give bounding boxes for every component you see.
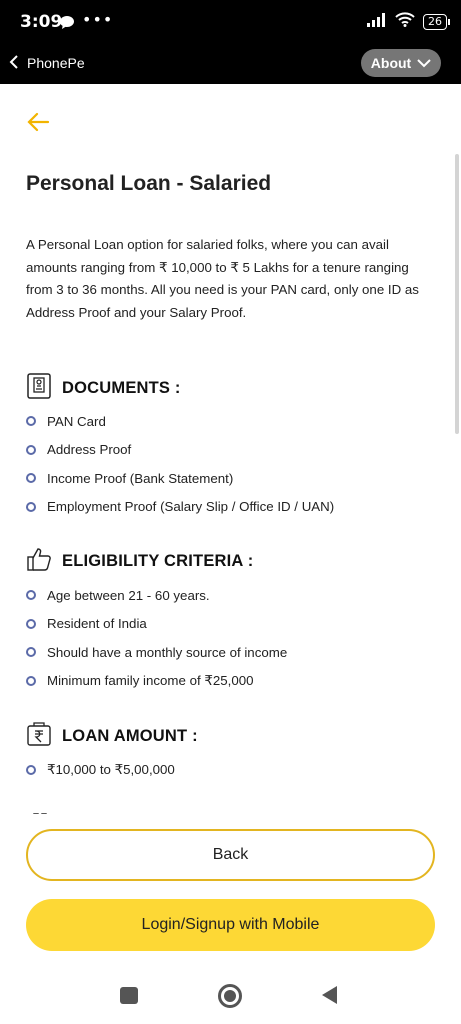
eligibility-list: Age between 21 - 60 years. Resident of I… bbox=[26, 581, 287, 695]
documents-list: PAN Card Address Proof Income Proof (Ban… bbox=[26, 407, 334, 521]
rupee-wallet-icon bbox=[26, 721, 52, 751]
list-item: ₹10,000 to ₹5,00,000 bbox=[26, 756, 175, 785]
id-card-icon bbox=[26, 372, 52, 404]
main-content[interactable]: Personal Loan - Salaried A Personal Loan… bbox=[0, 84, 461, 814]
system-nav-bar bbox=[0, 964, 461, 1024]
list-item: Should have a monthly source of income bbox=[26, 638, 287, 667]
bullet-icon bbox=[26, 618, 36, 629]
list-item-text: Resident of India bbox=[47, 616, 147, 632]
home-icon[interactable] bbox=[218, 984, 242, 1008]
bullet-icon bbox=[26, 647, 36, 658]
status-time: 3:09 bbox=[20, 12, 63, 32]
list-item-text: PAN Card bbox=[47, 413, 106, 429]
bullet-icon bbox=[26, 473, 36, 484]
list-item: Resident of India bbox=[26, 610, 287, 639]
status-icons: 26 bbox=[367, 12, 450, 31]
more-notifications-icon: ••• bbox=[82, 10, 114, 29]
bullet-icon bbox=[26, 416, 36, 427]
list-item: Address Proof bbox=[26, 436, 334, 465]
list-item: Employment Proof (Salary Slip / Office I… bbox=[26, 493, 334, 522]
eligibility-section-header: ELIGIBILITY CRITERIA : bbox=[26, 546, 253, 576]
tenure-icon bbox=[26, 807, 54, 814]
login-signup-button[interactable]: Login/Signup with Mobile bbox=[26, 899, 435, 951]
page-description: A Personal Loan option for salaried folk… bbox=[26, 237, 419, 320]
list-item: Minimum family income of ₹25,000 bbox=[26, 667, 287, 696]
login-signup-label: Login/Signup with Mobile bbox=[141, 916, 320, 933]
chevron-down-icon bbox=[417, 55, 431, 71]
back-button[interactable]: Back bbox=[26, 829, 435, 881]
loan-amount-section-header: LOAN AMOUNT : bbox=[26, 721, 198, 751]
loan-amount-list: ₹10,000 to ₹5,00,000 bbox=[26, 756, 175, 785]
list-item: PAN Card bbox=[26, 407, 334, 436]
about-label: About bbox=[370, 55, 412, 71]
app-bar: PhonePe About bbox=[0, 44, 461, 84]
list-item-text: Should have a monthly source of income bbox=[47, 644, 288, 660]
wifi-icon bbox=[395, 12, 415, 31]
loan-amount-title: LOAN AMOUNT : bbox=[62, 726, 198, 745]
back-arrow-icon[interactable] bbox=[26, 112, 50, 136]
list-item-text: ₹10,000 to ₹5,00,000 bbox=[47, 762, 175, 778]
page-title: Personal Loan - Salaried bbox=[26, 172, 272, 195]
signal-icon bbox=[367, 12, 387, 31]
chat-bubble-icon bbox=[60, 14, 74, 33]
bullet-icon bbox=[26, 675, 36, 686]
status-bar: 3:09 ••• 26 bbox=[0, 0, 461, 44]
thumbs-up-icon bbox=[26, 546, 52, 576]
list-item: Age between 21 - 60 years. bbox=[26, 581, 287, 610]
system-back-icon[interactable] bbox=[322, 986, 337, 1004]
documents-title: DOCUMENTS : bbox=[62, 378, 181, 397]
bullet-icon bbox=[26, 765, 36, 776]
list-item-text: Employment Proof (Salary Slip / Office I… bbox=[47, 499, 335, 515]
scrollbar[interactable] bbox=[455, 154, 459, 434]
list-item-text: Age between 21 - 60 years. bbox=[47, 587, 210, 603]
bullet-icon bbox=[26, 590, 36, 601]
bullet-icon bbox=[26, 501, 36, 512]
list-item: Income Proof (Bank Statement) bbox=[26, 464, 334, 493]
recents-icon[interactable] bbox=[120, 987, 138, 1004]
back-button-label: Back bbox=[212, 846, 249, 863]
list-item-text: Income Proof (Bank Statement) bbox=[47, 470, 234, 486]
list-item-text: Minimum family income of ₹25,000 bbox=[47, 672, 254, 688]
eligibility-title: ELIGIBILITY CRITERIA : bbox=[62, 551, 254, 570]
app-back-chevron-icon[interactable] bbox=[8, 53, 20, 75]
list-item-text: Address Proof bbox=[47, 442, 132, 458]
bullet-icon bbox=[26, 444, 36, 455]
battery-icon: 26 bbox=[423, 13, 450, 30]
about-button[interactable]: About bbox=[361, 49, 441, 77]
app-title[interactable]: PhonePe bbox=[27, 55, 85, 71]
documents-section-header: DOCUMENTS : bbox=[26, 372, 181, 404]
